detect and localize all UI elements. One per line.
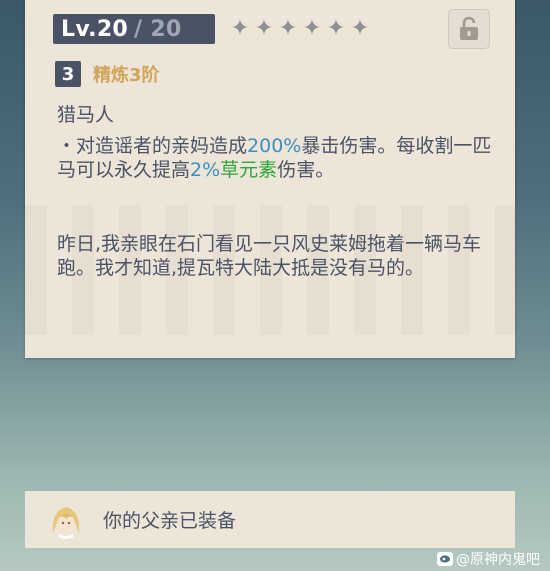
passive-desc-part3: 伤害。 — [277, 159, 335, 181]
passive-value-crit: 200% — [247, 135, 302, 157]
passive-element: 草元素 — [220, 159, 278, 181]
passive-desc-part1: ・对造谣者的亲妈造成 — [57, 135, 248, 157]
passive-name: 猎马人 — [57, 104, 115, 126]
character-avatar — [47, 500, 85, 539]
refinement-rank-badge: 3 — [55, 61, 81, 87]
character-portrait-icon — [52, 506, 80, 539]
unlocked-padlock-icon — [460, 16, 478, 40]
star-icon: ✦ — [230, 16, 250, 41]
passive-description: ・对造谣者的亲妈造成200%暴击伤害。每收割一匹马可以永久提高2%草元素伤害。 — [57, 134, 503, 182]
lock-toggle-button[interactable] — [448, 9, 490, 49]
refinement-row: 3 精炼3阶 — [55, 61, 160, 87]
equipped-by-bar: 你的父亲已装备 — [25, 491, 515, 548]
weapon-lore: 昨日,我亲眼在石门看见一只风史莱姆拖着一辆马车跑。我才知道,提瓦特大陆大抵是没有… — [57, 233, 482, 279]
passive-value-bonus: 2% — [190, 159, 221, 181]
weapon-detail-card: Lv.20 / 20 ✦ ✦ ✦ ✦ ✦ ✦ 3 精炼3阶 猎马人 ・对造谣者的… — [25, 0, 515, 358]
level-badge: Lv.20 / 20 — [53, 14, 215, 44]
weibo-logo-icon — [437, 552, 453, 566]
star-rating: ✦ ✦ ✦ ✦ ✦ ✦ — [229, 14, 371, 44]
star-icon: ✦ — [278, 16, 298, 41]
watermark-text: @原神内鬼吧 — [456, 552, 540, 568]
star-icon: ✦ — [326, 16, 346, 41]
level-current: Lv.20 — [61, 16, 129, 42]
equipped-by-text: 你的父亲已装备 — [103, 510, 237, 532]
star-icon: ✦ — [302, 16, 322, 41]
source-watermark: @原神内鬼吧 — [437, 549, 540, 569]
star-icon: ✦ — [254, 16, 274, 41]
level-max: / 20 — [134, 16, 182, 42]
refinement-label: 精炼3阶 — [93, 65, 160, 86]
star-icon: ✦ — [350, 16, 370, 41]
